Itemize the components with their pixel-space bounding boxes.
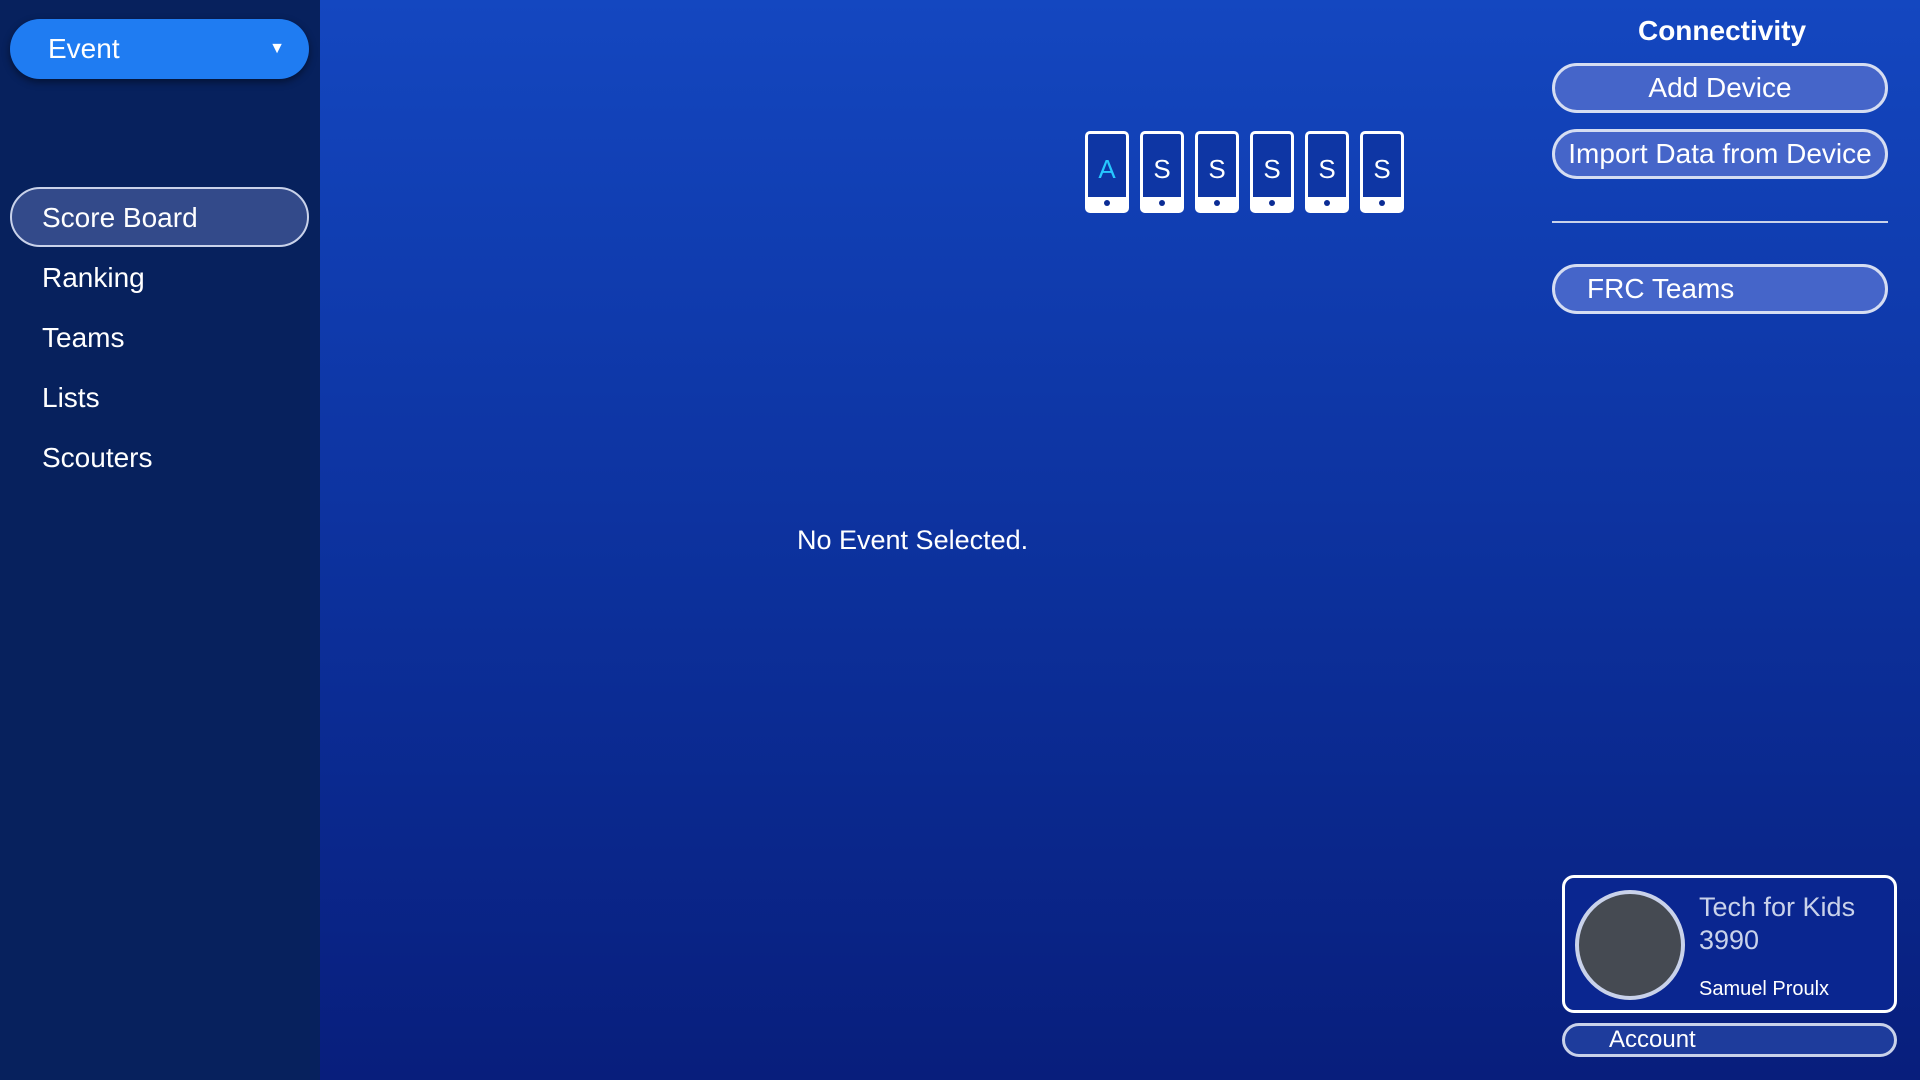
home-button-icon bbox=[1379, 200, 1385, 206]
sidebar-nav: Score Board Ranking Teams Lists Scouters bbox=[10, 187, 309, 487]
sidebar: Event ▼ Score Board Ranking Teams Lists … bbox=[0, 0, 320, 1080]
import-data-button[interactable]: Import Data from Device bbox=[1552, 129, 1888, 179]
user-name: Samuel Proulx bbox=[1699, 978, 1830, 1000]
sidebar-item-ranking[interactable]: Ranking bbox=[10, 247, 309, 307]
sidebar-item-scouters[interactable]: Scouters bbox=[10, 427, 309, 487]
app-window: Event ▼ Score Board Ranking Teams Lists … bbox=[0, 0, 1920, 1080]
sidebar-item-label: Scouters bbox=[42, 442, 153, 473]
home-button-icon bbox=[1104, 200, 1110, 206]
chevron-down-icon: ▼ bbox=[269, 40, 285, 57]
device-letter: S bbox=[1153, 154, 1171, 184]
home-button-icon bbox=[1214, 200, 1220, 206]
account-card[interactable]: Tech for Kids 3990 Samuel Proulx bbox=[1562, 875, 1897, 1013]
sidebar-item-lists[interactable]: Lists bbox=[10, 367, 309, 427]
device-phone-icon[interactable]: S bbox=[1140, 131, 1184, 213]
event-dropdown-label: Event bbox=[48, 33, 120, 64]
device-letter: S bbox=[1208, 154, 1226, 184]
add-device-button[interactable]: Add Device bbox=[1552, 63, 1888, 113]
device-letter: S bbox=[1318, 154, 1336, 184]
team-name: Tech for Kids bbox=[1699, 892, 1856, 922]
sidebar-item-label: Lists bbox=[42, 382, 100, 413]
divider bbox=[1552, 221, 1888, 223]
avatar bbox=[1575, 890, 1685, 1000]
device-phone-icon[interactable]: S bbox=[1305, 131, 1349, 213]
device-letter: S bbox=[1263, 154, 1281, 184]
home-button-icon bbox=[1324, 200, 1330, 206]
device-letter: A bbox=[1098, 154, 1116, 184]
event-dropdown[interactable]: Event ▼ bbox=[10, 19, 309, 79]
sidebar-item-label: Score Board bbox=[42, 202, 198, 233]
home-button-icon bbox=[1269, 200, 1275, 206]
team-number: 3990 bbox=[1699, 925, 1760, 955]
sidebar-item-score-board[interactable]: Score Board bbox=[10, 187, 309, 247]
device-phone-icon[interactable]: S bbox=[1195, 131, 1239, 213]
device-phone-icon[interactable]: A bbox=[1085, 131, 1129, 213]
account-button[interactable]: Account bbox=[1562, 1023, 1897, 1057]
device-letter: S bbox=[1373, 154, 1391, 184]
connectivity-title: Connectivity bbox=[1637, 15, 1807, 46]
frc-teams-button[interactable]: FRC Teams bbox=[1552, 264, 1888, 314]
sidebar-item-label: Teams bbox=[42, 322, 125, 353]
device-phone-icon[interactable]: S bbox=[1360, 131, 1404, 213]
sidebar-item-label: Ranking bbox=[42, 262, 145, 293]
sidebar-item-teams[interactable]: Teams bbox=[10, 307, 309, 367]
home-button-icon bbox=[1159, 200, 1165, 206]
device-phone-icon[interactable]: S bbox=[1250, 131, 1294, 213]
empty-state-message: No Event Selected. bbox=[797, 525, 1029, 555]
